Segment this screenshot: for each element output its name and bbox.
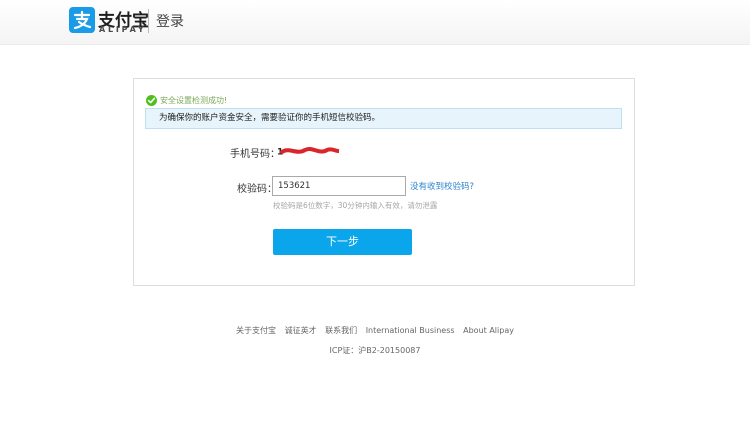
top-header: 支付宝 ALIPAY 登录 xyxy=(0,0,750,45)
icp-license: ICP证：沪B2-20150087 xyxy=(329,346,421,355)
page-title: 登录 xyxy=(156,14,184,30)
phone-number-redacted: 1 xyxy=(277,146,339,156)
verification-code-input[interactable] xyxy=(272,176,406,196)
footer-link-about-alipay-cn[interactable]: 关于支付宝 xyxy=(236,326,276,335)
phone-label: 手机号码： xyxy=(230,149,280,160)
next-step-button[interactable]: 下一步 xyxy=(273,229,412,255)
code-hint: 校验码是6位数字，30分钟内输入有效，请勿泄露 xyxy=(273,201,438,210)
code-label: 校验码： xyxy=(237,184,277,195)
alipay-logo-icon[interactable] xyxy=(69,7,95,33)
footer-links: 关于支付宝 诚征英才 联系我们 International Business A… xyxy=(0,325,750,336)
footer-link-international-business[interactable]: International Business xyxy=(366,326,455,335)
check-circle-icon xyxy=(146,95,157,106)
verification-panel: 安全设置检测成功! 为确保你的账户资金安全，需要验证你的手机短信校验码。 手机号… xyxy=(133,78,635,286)
logo-text-en: ALIPAY xyxy=(99,25,147,34)
footer-link-careers[interactable]: 诚征英才 xyxy=(285,326,317,335)
security-notice: 为确保你的账户资金安全，需要验证你的手机短信校验码。 xyxy=(145,108,622,129)
no-code-received-link[interactable]: 没有收到校验码? xyxy=(410,180,474,192)
success-message: 安全设置检测成功! xyxy=(160,96,228,105)
notice-text: 为确保你的账户资金安全，需要验证你的手机短信校验码。 xyxy=(159,113,381,123)
footer-link-contact[interactable]: 联系我们 xyxy=(325,326,357,335)
footer-link-about-alipay-en[interactable]: About Alipay xyxy=(463,326,514,335)
header-divider xyxy=(148,9,149,33)
